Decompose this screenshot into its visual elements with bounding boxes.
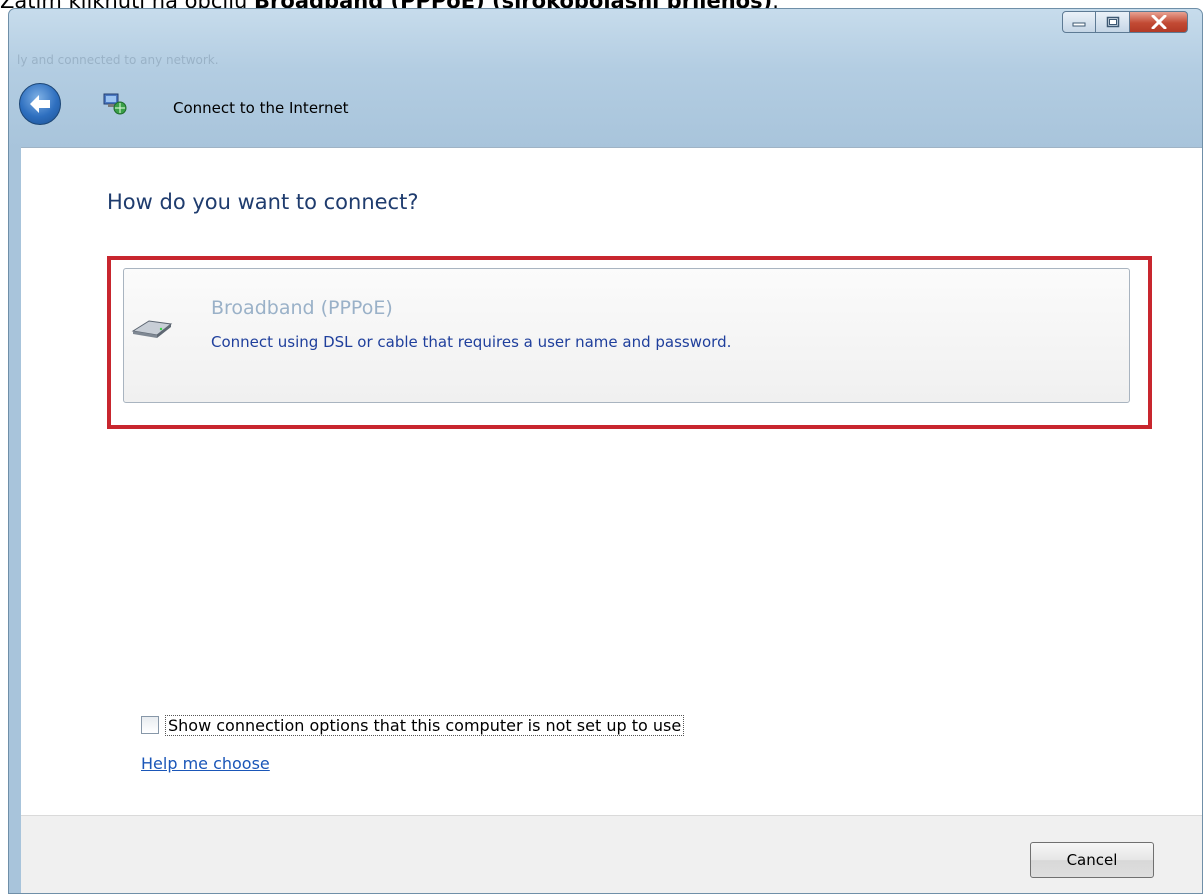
back-button[interactable]: [19, 83, 61, 125]
cancel-button[interactable]: Cancel: [1030, 842, 1154, 878]
show-options-row[interactable]: Show connection options that this comput…: [141, 714, 685, 736]
option-description: Connect using DSL or cable that requires…: [211, 333, 732, 351]
window-caption-buttons: [1062, 11, 1188, 33]
maximize-icon: [1106, 16, 1119, 28]
close-button[interactable]: [1130, 11, 1188, 33]
help-me-choose-link[interactable]: Help me choose: [141, 754, 270, 773]
minimize-button[interactable]: [1062, 11, 1096, 33]
broadband-modem-icon: [131, 320, 173, 338]
minimize-icon: [1072, 22, 1086, 27]
maximize-button[interactable]: [1096, 11, 1130, 33]
wizard-content: How do you want to connect? Broadband (P…: [21, 147, 1202, 815]
wizard-footer: Cancel: [21, 815, 1202, 893]
close-icon: [1151, 15, 1166, 29]
broadband-option-button[interactable]: Broadband (PPPoE) Connect using DSL or c…: [123, 268, 1130, 403]
show-options-checkbox[interactable]: [141, 716, 159, 734]
network-wizard-icon: [103, 93, 127, 115]
wizard-header: Connect to the Internet: [19, 81, 619, 125]
show-options-label[interactable]: Show connection options that this comput…: [165, 714, 685, 736]
back-arrow-icon: [30, 95, 50, 113]
background-window-text: ly and connected to any network.: [17, 53, 219, 67]
page-heading: How do you want to connect?: [107, 190, 419, 214]
option-title: Broadband (PPPoE): [211, 297, 393, 319]
window-title: Connect to the Internet: [173, 99, 349, 117]
connect-wizard-window: ly and connected to any network. Connect…: [8, 8, 1203, 894]
